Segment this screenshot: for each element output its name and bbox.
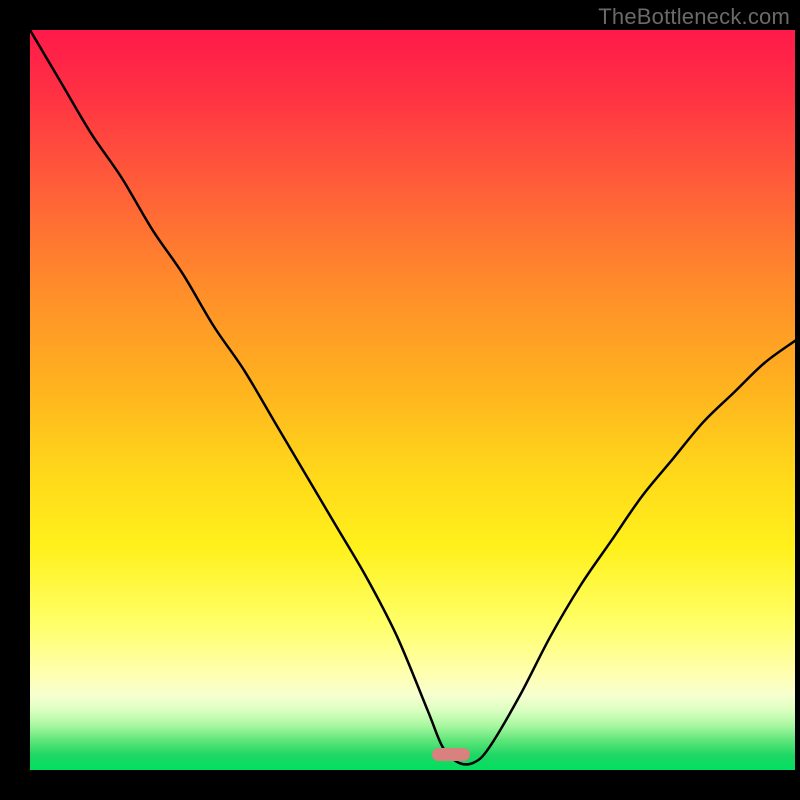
bottleneck-curve	[30, 30, 795, 770]
plot-area	[30, 30, 795, 770]
chart-frame: TheBottleneck.com	[0, 0, 800, 800]
watermark-text: TheBottleneck.com	[598, 4, 790, 30]
valley-marker	[432, 748, 470, 761]
